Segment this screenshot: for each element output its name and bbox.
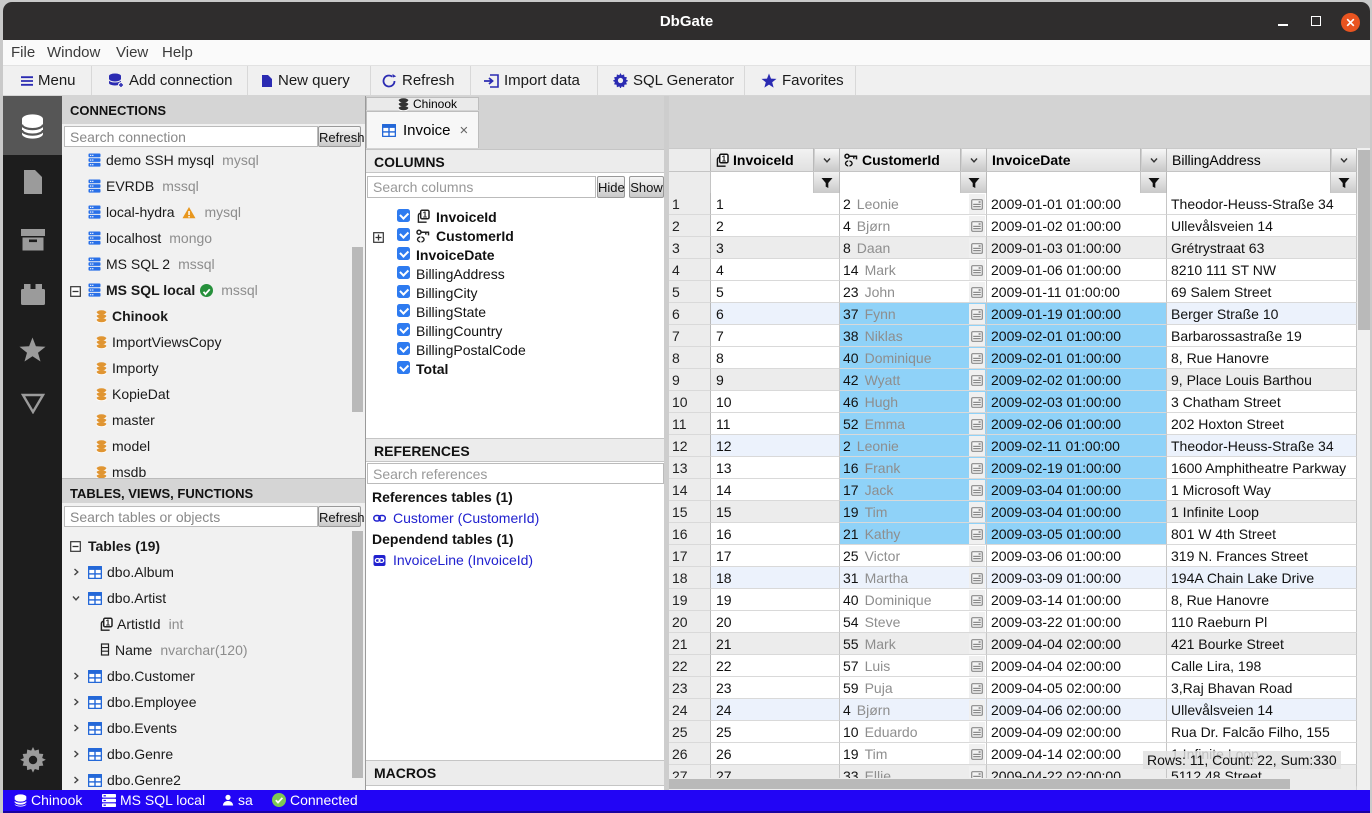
svg-text:1: 1 [423, 210, 428, 219]
svg-text:1: 1 [106, 618, 111, 627]
svg-text:1: 1 [722, 154, 727, 163]
